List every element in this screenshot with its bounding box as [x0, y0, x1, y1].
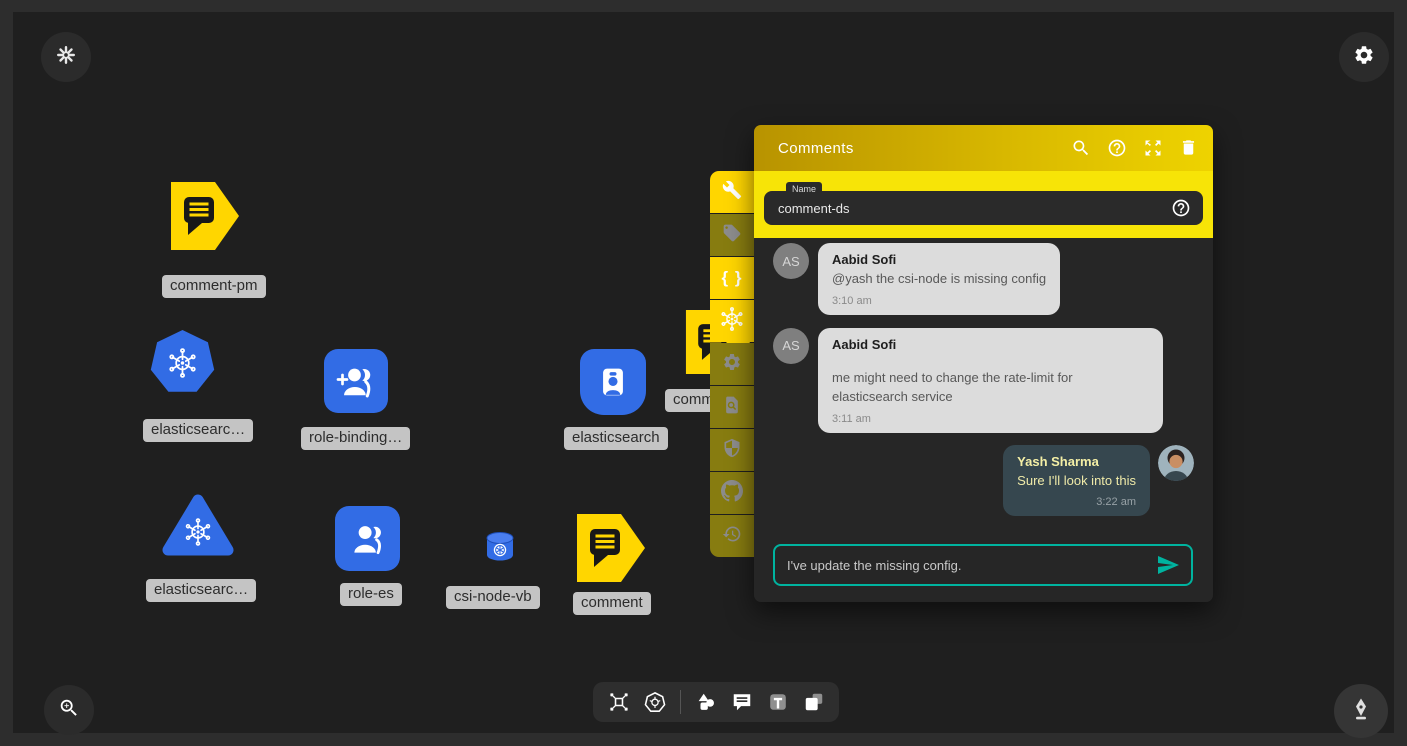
message-text: me might need to change the rate-limit f…: [832, 369, 1149, 407]
help-circle-icon[interactable]: [1171, 198, 1191, 218]
message-text: @yash the csi-node is missing config: [832, 270, 1046, 289]
comments-panel: Comments Name: [754, 125, 1213, 602]
delete-icon[interactable]: [1179, 138, 1199, 158]
configure-button[interactable]: [710, 171, 754, 213]
zoom-button[interactable]: [44, 685, 94, 735]
kubernetes-icon[interactable]: [644, 691, 666, 713]
message-bubble: Aabid Sofi me might need to change the r…: [818, 328, 1163, 433]
zoom-in-icon: [58, 697, 80, 724]
node-comment-pm[interactable]: [170, 181, 240, 256]
node-label: comment: [573, 592, 651, 615]
node-label: elasticsearc…: [143, 419, 253, 442]
tag-button[interactable]: [710, 214, 754, 256]
gear-icon: [1353, 44, 1375, 71]
braces-icon: { }: [722, 268, 743, 288]
yash-avatar-photo: [1158, 445, 1194, 481]
gear-icon: [722, 352, 742, 377]
comment-composer[interactable]: [773, 544, 1193, 586]
node-label: comment-pm: [162, 275, 266, 298]
shield-icon: [722, 438, 742, 463]
search-icon[interactable]: [1071, 138, 1091, 158]
history-icon: [722, 524, 742, 549]
comments-thread[interactable]: AS Aabid Sofi @yash the csi-node is miss…: [754, 238, 1213, 602]
avatar: AS: [773, 328, 809, 364]
history-button[interactable]: [710, 515, 754, 557]
github-button[interactable]: [710, 472, 754, 514]
node-label: csi-node-vb: [446, 586, 540, 609]
expand-icon[interactable]: [1143, 138, 1163, 158]
node-role-binding[interactable]: [324, 349, 388, 413]
message-row: Yash Sharma Sure I'll look into this 3:2…: [773, 445, 1194, 517]
message-author: Aabid Sofi: [832, 337, 1149, 352]
tag-icon: [722, 223, 742, 248]
node-elasticsearch-serviceaccount[interactable]: [580, 349, 646, 415]
node-elasticsearch-heptagon[interactable]: [149, 329, 216, 401]
name-section: Name: [754, 171, 1213, 238]
pen-nib-icon: [1349, 697, 1373, 726]
kanvas-logo-icon: [55, 44, 77, 71]
message-bubble: Yash Sharma Sure I'll look into this 3:2…: [1003, 445, 1150, 517]
kubernetes-icon: [720, 307, 744, 336]
panel-title: Comments: [778, 140, 1071, 157]
text-icon[interactable]: [767, 691, 789, 713]
image-icon[interactable]: [803, 691, 825, 713]
comment-input[interactable]: [787, 558, 1155, 573]
node-csi-node-vb[interactable]: [481, 530, 519, 571]
message-text: Sure I'll look into this: [1017, 472, 1136, 491]
message-author: Aabid Sofi: [832, 252, 1046, 267]
send-icon[interactable]: [1155, 552, 1181, 578]
name-field-label: Name: [786, 182, 822, 197]
kubernetes-button[interactable]: [710, 300, 754, 342]
wrench-icon: [722, 180, 742, 205]
doc-search-button[interactable]: [710, 386, 754, 428]
node-role-es[interactable]: [335, 506, 400, 571]
node-action-toolbar: { }: [710, 171, 754, 558]
shapes-icon[interactable]: [695, 691, 717, 713]
doc-search-icon: [722, 395, 742, 420]
node-label: role-es: [340, 583, 402, 606]
name-input[interactable]: [778, 201, 1171, 216]
message-bubble: Aabid Sofi @yash the csi-node is missing…: [818, 243, 1060, 315]
avatar: AS: [773, 243, 809, 279]
shield-button[interactable]: [710, 429, 754, 471]
node-label: role-binding…: [301, 427, 410, 450]
canvas-tools-toolbar: [593, 682, 839, 722]
app-logo-button[interactable]: [41, 32, 91, 82]
message-author: Yash Sharma: [1017, 454, 1136, 469]
node-comment[interactable]: [576, 513, 646, 588]
node-label: elasticsearc…: [146, 579, 256, 602]
toolbar-divider: [680, 690, 681, 714]
message-time: 3:11 am: [832, 413, 1149, 425]
pen-tool-button[interactable]: [1334, 684, 1388, 738]
settings-action-button[interactable]: [710, 343, 754, 385]
design-canvas[interactable]: comment-pm elasticsearc… role-binding… e…: [13, 12, 1394, 733]
message-row: AS Aabid Sofi @yash the csi-node is miss…: [773, 243, 1194, 315]
node-elasticsearch-triangle[interactable]: [161, 492, 235, 563]
node-graph-icon[interactable]: [608, 691, 630, 713]
node-label: elasticsearch: [564, 427, 668, 450]
message-time: 3:10 am: [832, 295, 1046, 307]
comments-panel-header[interactable]: Comments: [754, 125, 1213, 171]
message-row: AS Aabid Sofi me might need to change th…: [773, 328, 1194, 433]
braces-button[interactable]: { }: [710, 257, 754, 299]
comment-icon[interactable]: [731, 691, 753, 713]
message-time: 3:22 am: [1017, 496, 1136, 508]
name-field[interactable]: Name: [764, 191, 1203, 225]
github-icon: [721, 480, 743, 507]
settings-button[interactable]: [1339, 32, 1389, 82]
help-icon[interactable]: [1107, 138, 1127, 158]
